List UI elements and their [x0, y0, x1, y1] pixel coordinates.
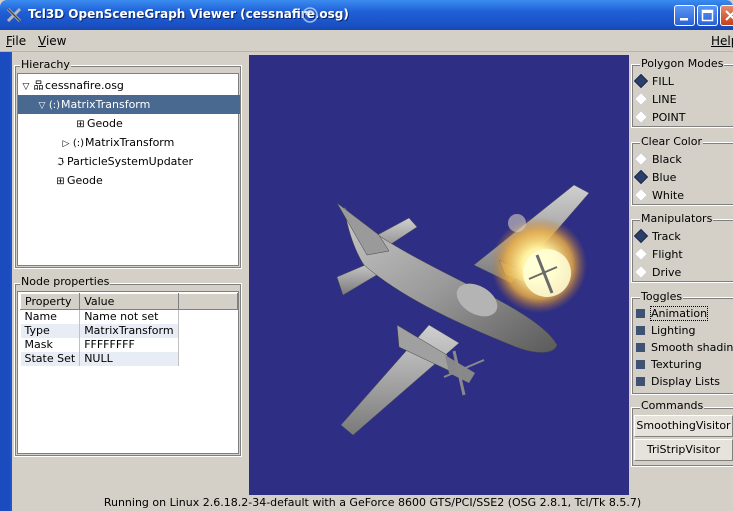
hierarchy-tree[interactable]: ▽ 品 cessnafire.osg ▽ (:)MatrixTransform ⊞ Ge…	[17, 73, 240, 266]
maximize-button[interactable]	[697, 5, 718, 26]
geode-icon: ⊞	[76, 119, 85, 130]
menu-help[interactable]: Help	[711, 34, 733, 48]
column-header-value[interactable]: Value	[79, 293, 179, 310]
title-bar: Tcl3D OpenSceneGraph Viewer (cessnafire.…	[0, 0, 733, 30]
radio-unselected-icon	[633, 151, 649, 167]
radio-track[interactable]: Track	[633, 228, 681, 245]
tree-item-root[interactable]: ▽ 品 cessnafire.osg	[20, 76, 124, 95]
radio-flight[interactable]: Flight	[633, 246, 683, 263]
radio-unselected-icon	[633, 264, 649, 280]
table-row[interactable]: Name Name not set	[20, 309, 238, 324]
status-bar: Running on Linux 2.6.18.2-34-default wit…	[103, 496, 642, 509]
close-button[interactable]	[720, 5, 733, 26]
swirl-icon	[302, 7, 318, 23]
checkbox-texturing[interactable]: Texturing	[636, 356, 702, 373]
radio-unselected-icon	[633, 109, 649, 125]
group-icon: 品	[33, 81, 44, 92]
hierarchy-label: Hierachy	[20, 58, 71, 71]
radio-fill[interactable]: FILL	[633, 73, 674, 90]
properties-table: Property Value Name Name not set Type Matr…	[19, 293, 239, 366]
tree-item-matrixtransform-selected[interactable]: ▽ (:)MatrixTransform	[18, 95, 240, 114]
table-header-row: Property Value	[19, 293, 239, 310]
radio-selected-icon	[633, 73, 649, 89]
app-x-icon	[6, 7, 22, 23]
checkbox-lighting[interactable]: Lighting	[636, 322, 695, 339]
table-row[interactable]: Mask FFFFFFFF	[20, 338, 238, 352]
node-properties-label: Node properties	[20, 275, 111, 288]
radio-line[interactable]: LINE	[633, 91, 677, 108]
tree-item-geode[interactable]: ⊞ Geode	[74, 114, 122, 133]
smoothing-visitor-button[interactable]: SmoothingVisitor	[634, 415, 733, 437]
radio-selected-icon	[633, 169, 649, 185]
tree-item-geode-2[interactable]: ⊞ Geode	[54, 171, 102, 190]
checkbox-checked-icon	[636, 343, 645, 352]
checkbox-display-lists[interactable]: Display Lists	[636, 373, 720, 390]
radio-blue[interactable]: Blue	[633, 169, 676, 186]
column-header-property[interactable]: Property	[19, 293, 81, 310]
window-frame-left-inner	[0, 52, 10, 511]
radio-point[interactable]: POINT	[633, 109, 685, 126]
radio-unselected-icon	[633, 187, 649, 203]
table-row[interactable]: State Set NULL	[20, 352, 238, 366]
manipulators-label: Manipulators	[640, 212, 714, 225]
radio-black[interactable]: Black	[633, 151, 682, 168]
column-header-empty	[177, 293, 239, 310]
polygon-modes-label: Polygon Modes	[640, 57, 725, 70]
menu-view[interactable]: View	[38, 34, 66, 48]
cessna-plane-render	[336, 184, 590, 436]
tristrip-visitor-button[interactable]: TriStripVisitor	[634, 439, 733, 461]
minimize-button[interactable]	[674, 5, 695, 26]
transform-icon: (:)	[72, 138, 85, 149]
transform-icon: (:)	[48, 100, 61, 111]
maximize-icon	[701, 9, 714, 22]
menu-bar: File View Help	[0, 30, 733, 52]
particle-icon: ℑ	[57, 157, 64, 168]
checkbox-animation[interactable]: Animation	[636, 305, 709, 322]
menu-file[interactable]: File	[6, 34, 26, 48]
checkbox-checked-icon	[636, 377, 645, 386]
table-row[interactable]: Type MatrixTransform	[20, 324, 238, 338]
radio-white[interactable]: White	[633, 187, 684, 204]
commands-label: Commands	[640, 399, 705, 412]
node-properties-table: Property Value Name Name not set Type Matr…	[17, 291, 239, 454]
clear-color-label: Clear Color	[640, 135, 703, 148]
radio-unselected-icon	[633, 246, 649, 262]
geode-icon: ⊞	[56, 176, 65, 187]
checkbox-checked-icon	[636, 326, 645, 335]
radio-selected-icon	[633, 228, 649, 244]
3d-viewport[interactable]	[249, 55, 629, 495]
radio-drive[interactable]: Drive	[633, 264, 681, 281]
checkbox-checked-icon	[636, 309, 645, 318]
minimize-icon	[680, 18, 688, 21]
toggles-label: Toggles	[640, 290, 684, 303]
expanded-arrow-icon[interactable]: ▽	[36, 97, 48, 116]
close-icon	[725, 10, 733, 21]
tree-item-particlesystemupdater[interactable]: ℑ ParticleSystemUpdater	[54, 152, 193, 171]
radio-unselected-icon	[633, 91, 649, 107]
tree-item-matrixtransform[interactable]: ▷ (:)MatrixTransform	[60, 133, 175, 152]
checkbox-smooth-shading[interactable]: Smooth shading	[636, 339, 733, 356]
checkbox-checked-icon	[636, 360, 645, 369]
